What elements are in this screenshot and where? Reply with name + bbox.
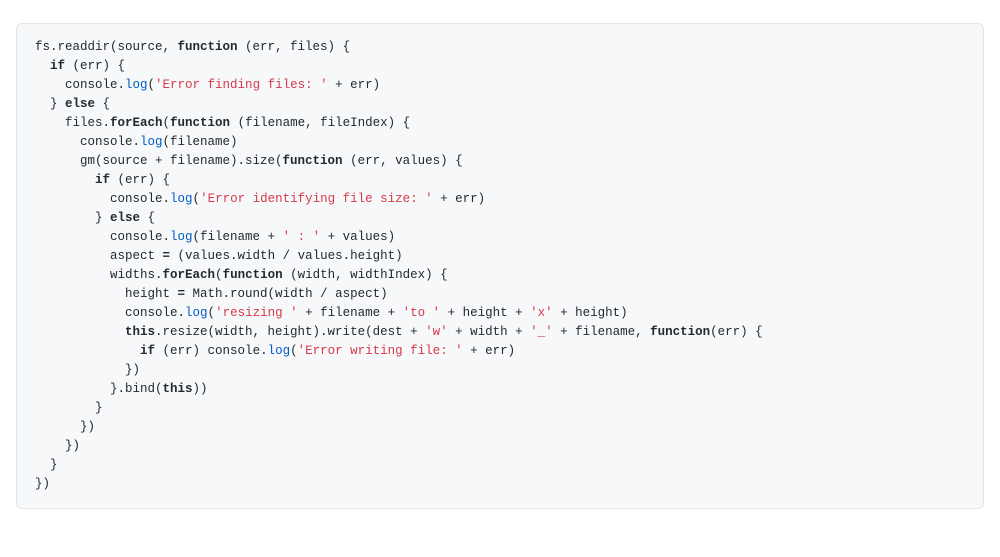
code-token: + values) (320, 230, 395, 244)
code-token: (err) { (110, 173, 170, 187)
code-token: }) (35, 439, 80, 453)
code-token: ( (215, 268, 223, 282)
code-token: (err, values) { (343, 154, 463, 168)
code-token: = (163, 249, 171, 263)
code-token (35, 173, 95, 187)
code-token (35, 59, 50, 73)
code-token: + err) (433, 192, 486, 206)
code-token: forEach (110, 116, 163, 130)
code-token: else (65, 97, 95, 111)
code-token: function (283, 154, 343, 168)
code-token: .resize(width, height).write(dest + (155, 325, 425, 339)
code-token: function (223, 268, 283, 282)
code-token: gm(source + filename).size( (35, 154, 283, 168)
code-token: (filename + (193, 230, 283, 244)
code-token: this (125, 325, 155, 339)
code-token: log (170, 192, 193, 206)
code-token: ( (163, 116, 171, 130)
code-token: 'Error writing file: ' (298, 344, 463, 358)
code-token: (filename) (163, 135, 238, 149)
code-token: function (170, 116, 230, 130)
code-token: { (95, 97, 110, 111)
code-token: { (140, 211, 155, 225)
code-token: (filename, fileIndex) { (230, 116, 410, 130)
code-token: files. (35, 116, 110, 130)
code-content: fs.readdir(source, function (err, files)… (35, 40, 763, 491)
code-token: '_' (530, 325, 553, 339)
code-token: else (110, 211, 140, 225)
code-token: log (140, 135, 163, 149)
code-token: ( (193, 192, 201, 206)
code-token: log (185, 306, 208, 320)
code-token: aspect (35, 249, 163, 263)
code-token: }.bind( (35, 382, 163, 396)
code-token: + err) (463, 344, 516, 358)
code-token: (err, files) { (238, 40, 351, 54)
code-token: log (268, 344, 291, 358)
code-token: (values.width / values.height) (170, 249, 403, 263)
code-token: if (95, 173, 110, 187)
code-token: }) (35, 420, 95, 434)
code-token: )) (193, 382, 208, 396)
code-token: forEach (163, 268, 216, 282)
code-token: = (178, 287, 186, 301)
code-token: } (35, 97, 65, 111)
code-token: log (170, 230, 193, 244)
code-token: (err) { (65, 59, 125, 73)
code-token: ( (290, 344, 298, 358)
code-token: console. (35, 135, 140, 149)
code-token: + height + (440, 306, 530, 320)
code-token: 'w' (425, 325, 448, 339)
code-token: 'resizing ' (215, 306, 298, 320)
code-token: fs.readdir(source, (35, 40, 178, 54)
code-token: (err) console. (155, 344, 268, 358)
code-token: + height) (553, 306, 628, 320)
code-token: } (35, 211, 110, 225)
code-token: height (35, 287, 178, 301)
code-token: (err) { (710, 325, 763, 339)
code-token: this (163, 382, 193, 396)
code-token: 'to ' (403, 306, 441, 320)
code-token: if (140, 344, 155, 358)
code-token: + err) (328, 78, 381, 92)
code-token: widths. (35, 268, 163, 282)
code-token: + filename, (553, 325, 651, 339)
code-token: if (50, 59, 65, 73)
code-token: }) (35, 477, 50, 491)
code-token: 'x' (530, 306, 553, 320)
code-token: console. (35, 230, 170, 244)
code-token: (width, widthIndex) { (283, 268, 448, 282)
code-token: + filename + (298, 306, 403, 320)
code-token: + width + (448, 325, 531, 339)
code-token: } (35, 458, 58, 472)
code-token: console. (35, 78, 125, 92)
code-token: ( (208, 306, 216, 320)
code-block: fs.readdir(source, function (err, files)… (16, 23, 984, 509)
code-token: Math.round(width / aspect) (185, 287, 388, 301)
code-token: ( (148, 78, 156, 92)
code-token (35, 325, 125, 339)
code-token: console. (35, 306, 185, 320)
code-token: ' : ' (283, 230, 321, 244)
code-token: function (650, 325, 710, 339)
code-token (35, 344, 140, 358)
code-token: } (35, 401, 103, 415)
code-token: 'Error identifying file size: ' (200, 192, 433, 206)
code-token: 'Error finding files: ' (155, 78, 328, 92)
code-token: }) (35, 363, 140, 377)
code-token: log (125, 78, 148, 92)
code-token: function (178, 40, 238, 54)
code-token: console. (35, 192, 170, 206)
